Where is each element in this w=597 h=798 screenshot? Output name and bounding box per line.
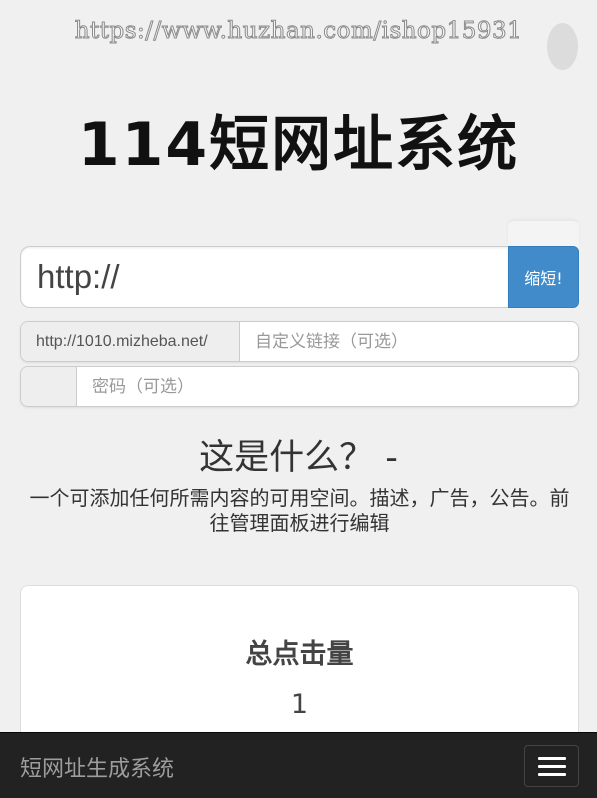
watermark-text: https://www.huzhan.com/ishop15931	[74, 18, 523, 45]
stats-panel: 总点击量 1	[20, 585, 579, 745]
custom-link-input[interactable]	[240, 322, 578, 361]
stats-title: 总点击量	[245, 639, 354, 670]
password-group	[20, 366, 579, 407]
info-description: 一个可添加任何所需内容的可用空间。描述，广告，公告。前往管理面板进行编辑	[29, 486, 570, 535]
domain-prefix: http://1010.mizheba.net/	[21, 322, 240, 361]
password-addon	[21, 367, 77, 406]
menu-toggle-button[interactable]	[524, 745, 579, 787]
scroll-indicator	[547, 23, 578, 70]
bottom-navbar: 短网址生成系统	[0, 732, 597, 798]
button-top-shadow	[508, 221, 579, 247]
custom-link-group: http://1010.mizheba.net/	[20, 321, 579, 362]
page: https://www.huzhan.com/ishop15931 114短网址…	[0, 0, 597, 798]
stats-value: 1	[290, 689, 309, 720]
shorten-form: 缩短!	[20, 246, 579, 308]
password-input[interactable]	[77, 367, 578, 406]
long-url-input[interactable]	[20, 246, 508, 308]
navbar-brand[interactable]: 短网址生成系统	[20, 751, 174, 783]
info-heading: 这是什么？ -	[199, 438, 398, 478]
site-logo: 114短网址系统	[77, 110, 520, 180]
shorten-button[interactable]: 缩短!	[508, 246, 579, 308]
